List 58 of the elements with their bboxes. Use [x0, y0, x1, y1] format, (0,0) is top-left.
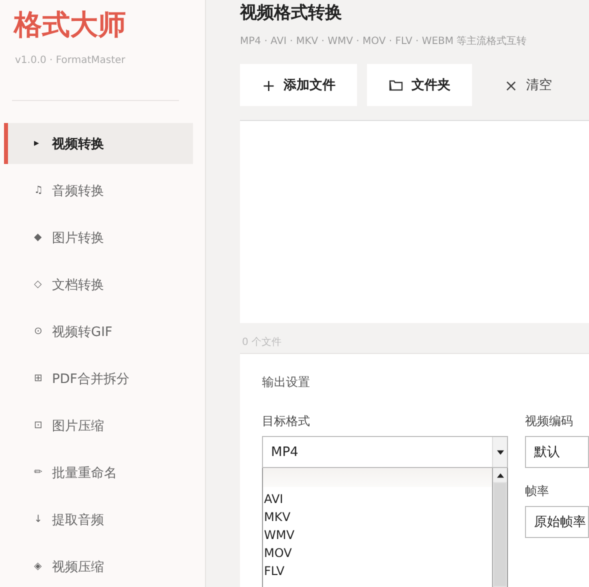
- dropdown-option[interactable]: MKV: [263, 508, 492, 526]
- page-subtitle: MP4 · AVI · MKV · WMV · MOV · FLV · WEBM 等主流格式互转: [240, 34, 528, 48]
- nav-label: 图片压缩: [52, 418, 104, 434]
- nav-icon: ⊡: [34, 420, 48, 431]
- nav-label: PDF合并拆分: [52, 370, 130, 388]
- dropdown-option[interactable]: WMV: [263, 526, 492, 544]
- clear-button[interactable]: × 清空: [482, 64, 574, 106]
- close-icon: ×: [504, 76, 518, 94]
- nav-icon: ◇: [34, 279, 48, 290]
- dropdown-option[interactable]: AVI: [263, 490, 492, 508]
- file-drop-area[interactable]: [240, 120, 589, 323]
- nav-label: 视频转GIF: [52, 324, 112, 340]
- nav-icon: ↓: [34, 514, 48, 525]
- app-logo: 格式大师: [12, 8, 127, 42]
- nav-icon: ⊙: [34, 326, 48, 337]
- field-label: 目标格式: [262, 413, 311, 430]
- sidebar-item[interactable]: ♫ 音频转换: [4, 170, 193, 211]
- sidebar-item[interactable]: ▸ 视频转换: [4, 123, 193, 164]
- sidebar-item[interactable]: ↓ 提取音频: [4, 499, 193, 540]
- caret-icon: [496, 450, 504, 454]
- nav-label: 视频转换: [52, 136, 104, 152]
- sidebar-item[interactable]: ◇ 文档转换: [4, 264, 193, 305]
- plus-icon: +: [262, 76, 276, 94]
- frame-rate-select[interactable]: 原始帧率: [525, 506, 589, 538]
- folder-icon: [389, 79, 404, 91]
- nav-icon: ⊞: [34, 373, 48, 384]
- nav-label: 批量重命名: [52, 464, 117, 482]
- app-version: v1.0.0 · FormatMaster: [14, 55, 126, 66]
- sidebar-item[interactable]: ⊞ PDF合并拆分: [4, 358, 193, 399]
- nav-icon: ✏: [34, 467, 48, 478]
- nav-label: 文档转换: [52, 276, 104, 294]
- codec-select[interactable]: 默认: [525, 436, 589, 468]
- scrollbar-thumb[interactable]: [494, 483, 506, 586]
- dropdown-option[interactable]: MOV: [263, 544, 492, 562]
- nav-label: 提取音频: [52, 512, 104, 528]
- nav-icon: ◈: [34, 561, 48, 572]
- sidebar-item[interactable]: ⊙ 视频转GIF: [4, 311, 193, 352]
- highlighted-option[interactable]: [263, 468, 492, 487]
- page-title: 视频格式转换: [240, 2, 343, 25]
- sidebar-item[interactable]: ⊡ 图片压缩: [4, 405, 193, 446]
- sidebar-item[interactable]: ✏ 批量重命名: [4, 452, 193, 493]
- settings-title: 输出设置: [262, 374, 311, 391]
- format-select[interactable]: MP4: [262, 436, 508, 468]
- nav-label: 视频压缩: [52, 558, 104, 576]
- nav-icon: ▸: [34, 138, 48, 149]
- scrollbar[interactable]: [492, 468, 507, 587]
- sidebar-item[interactable]: ◈ 视频压缩: [4, 546, 193, 587]
- add-button[interactable]: + 添加文件: [240, 64, 358, 106]
- scroll-up-icon[interactable]: [496, 472, 504, 478]
- nav-label: 图片转换: [52, 230, 104, 246]
- field-label: 视频编码: [525, 413, 574, 430]
- nav-icon: ◆: [34, 232, 48, 243]
- folder-button[interactable]: 文件夹: [367, 64, 472, 106]
- nav-icon: ♫: [34, 185, 48, 196]
- sidebar-item[interactable]: ◆ 图片转换: [4, 217, 193, 258]
- dropdown-option[interactable]: FLV: [263, 562, 492, 580]
- nav-label: 音频转换: [52, 182, 104, 200]
- field-label: 帧率: [525, 483, 550, 500]
